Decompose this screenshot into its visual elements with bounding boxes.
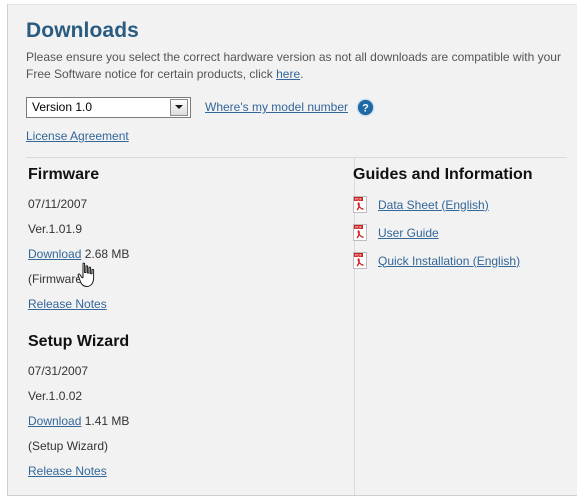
intro-line-2-suffix: . — [300, 67, 304, 81]
downloads-left-column: Firmware 07/11/2007 Ver.1.01.9 Download … — [28, 165, 328, 488]
firmware-version: Ver.1.01.9 — [28, 222, 83, 236]
version-select-dropdown-button[interactable] — [170, 98, 188, 116]
version-select-value: Version 1.0 — [32, 99, 93, 114]
version-selector-row: Version 1.0 Where's my model number ? — [26, 96, 577, 118]
pdf-file-icon: PDF — [353, 252, 368, 269]
firmware-release-notes-row: Release Notes — [28, 296, 328, 312]
setup-wizard-version: Ver.1.0.02 — [28, 389, 83, 403]
pdf-file-icon: PDF — [353, 196, 368, 213]
horizontal-divider — [26, 157, 567, 158]
firmware-release-notes-link[interactable]: Release Notes — [28, 297, 107, 311]
downloads-page-panel: Downloads Please ensure you select the c… — [7, 4, 577, 496]
svg-text:?: ? — [362, 102, 369, 114]
section-heading-firmware: Firmware — [28, 166, 100, 183]
firmware-file-size: 2.68 MB — [84, 247, 130, 261]
setup-wizard-download-row: Download 1.41 MB — [28, 413, 328, 429]
intro-line-1: Please ensure you select the correct har… — [26, 50, 561, 64]
version-select[interactable]: Version 1.0 — [26, 96, 191, 118]
setup-wizard-release-notes-row: Release Notes — [28, 463, 328, 479]
wheres-my-model-number-link[interactable]: Where's my model number — [205, 100, 348, 114]
setup-wizard-type-label: (Setup Wizard) — [28, 439, 109, 453]
question-mark-icon[interactable]: ? — [356, 98, 375, 117]
quick-installation-link[interactable]: Quick Installation (English) — [378, 254, 520, 268]
data-sheet-link[interactable]: Data Sheet (English) — [378, 198, 489, 212]
here-link[interactable]: here — [276, 67, 300, 81]
svg-text:PDF: PDF — [355, 198, 362, 202]
guide-item-user-guide[interactable]: PDF User Guide — [353, 224, 573, 241]
pdf-file-icon: PDF — [353, 224, 368, 241]
downloads-columns: Firmware 07/11/2007 Ver.1.01.9 Download … — [8, 165, 577, 495]
guide-item-quick-installation[interactable]: PDF Quick Installation (English) — [353, 252, 573, 269]
user-guide-link[interactable]: User Guide — [378, 226, 439, 240]
chevron-down-icon — [175, 105, 183, 109]
firmware-download-row: Download 2.68 MB — [28, 246, 328, 262]
intro-line-2: Free Software notice for certain product… — [26, 66, 577, 83]
intro-paragraph: Please ensure you select the correct har… — [26, 49, 577, 83]
svg-text:PDF: PDF — [355, 226, 362, 230]
firmware-download-link[interactable]: Download — [28, 247, 81, 261]
svg-text:PDF: PDF — [355, 254, 362, 258]
downloads-right-column: Guides and Information PDF Data Sheet (E… — [353, 165, 573, 280]
license-agreement-link[interactable]: License Agreement — [26, 129, 129, 143]
firmware-type-label: (Firmware) — [28, 272, 86, 286]
setup-wizard-download-link[interactable]: Download — [28, 414, 81, 428]
section-heading-setup-wizard: Setup Wizard — [28, 333, 130, 350]
setup-wizard-date: 07/31/2007 — [28, 364, 89, 378]
setup-wizard-file-size: 1.41 MB — [84, 414, 130, 428]
intro-line-2-prefix: Free Software notice for certain product… — [26, 67, 273, 81]
firmware-date: 07/11/2007 — [28, 197, 88, 211]
guide-item-data-sheet[interactable]: PDF Data Sheet (English) — [353, 196, 573, 213]
setup-wizard-release-notes-link[interactable]: Release Notes — [28, 464, 107, 478]
section-heading-guides-and-information: Guides and Information — [353, 166, 533, 183]
page-title: Downloads — [26, 19, 139, 42]
